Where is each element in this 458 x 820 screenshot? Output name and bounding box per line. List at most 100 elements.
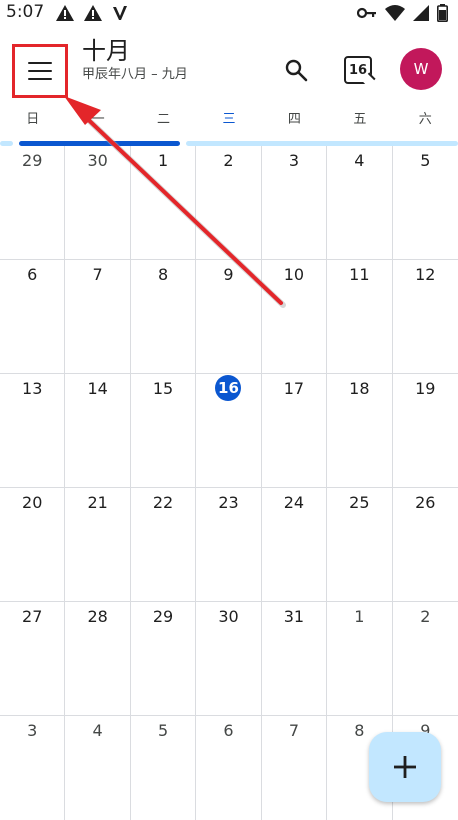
day-cell[interactable]: 3 [262,146,328,259]
search-button[interactable] [280,54,312,86]
day-number: 18 [349,379,370,398]
day-number: 10 [283,265,305,284]
week-row: 20 21 22 23 24 25 26 [0,488,458,602]
battery-icon [437,4,448,22]
month-grid: 29 30 1 2 3 4 5 6 7 8 9 10 11 12 13 14 1… [0,146,458,820]
day-cell[interactable]: 22 [131,488,197,601]
day-cell[interactable]: 12 [393,260,458,373]
day-cell[interactable]: 21 [65,488,131,601]
day-cell[interactable]: 17 [262,374,328,487]
day-cell[interactable]: 20 [0,488,66,601]
day-cell[interactable]: 5 [393,146,458,259]
day-cell-today[interactable]: 16 [196,374,262,487]
day-cell[interactable]: 11 [327,260,393,373]
day-number: 6 [223,721,234,740]
app-bar: 十月 甲辰年八月 – 九月 16 W [0,26,458,104]
day-number: 9 [223,265,234,284]
day-cell[interactable]: 29 [0,146,66,259]
day-number: 27 [22,607,43,626]
day-cell[interactable]: 31 [262,602,328,715]
day-cell[interactable]: 18 [327,374,393,487]
day-cell[interactable]: 30 [196,602,262,715]
weekday-header: 日 一 二 三 四 五 六 [0,108,458,132]
weekday-label: 五 [353,112,367,127]
day-number: 26 [415,493,436,512]
day-cell[interactable]: 8 [131,260,197,373]
day-cell[interactable]: 27 [0,602,66,715]
weekday-label: 四 [287,112,301,127]
day-cell[interactable]: 7 [262,716,328,820]
day-number: 5 [157,721,169,740]
main-menu-button[interactable] [12,44,68,98]
today-number: 16 [348,62,368,78]
weekday-label-today: 三 [222,112,236,127]
day-number: 1 [157,151,169,170]
status-left-icons [56,4,128,22]
today-button[interactable]: 16 [344,56,374,86]
day-cell[interactable]: 2 [196,146,262,259]
search-icon [285,59,308,82]
day-number: 14 [87,379,108,398]
day-cell[interactable]: 6 [196,716,262,820]
day-number: 13 [22,379,43,398]
avatar-initial: W [413,60,429,78]
day-number: 5 [420,151,431,170]
day-cell[interactable]: 26 [393,488,458,601]
day-cell[interactable]: 23 [196,488,262,601]
day-cell[interactable]: 6 [0,260,66,373]
day-number: 29 [22,151,43,170]
day-number: 12 [415,265,436,284]
day-number: 24 [283,493,305,512]
week-row: 6 7 8 9 10 11 12 [0,260,458,374]
day-cell[interactable]: 9 [196,260,262,373]
hamburger-icon [28,62,52,80]
account-avatar[interactable]: W [400,48,442,90]
day-cell[interactable]: 7 [65,260,131,373]
day-cell[interactable]: 24 [262,488,328,601]
day-cell[interactable]: 4 [65,716,131,820]
day-cell[interactable]: 28 [65,602,131,715]
day-number: 31 [283,607,305,626]
signal-icon [413,5,429,21]
warning-icon [84,5,102,21]
day-cell[interactable]: 19 [393,374,458,487]
day-number: 30 [87,151,108,170]
day-cell[interactable]: 30 [65,146,131,259]
day-number: 20 [22,493,43,512]
calendar-today-icon: 16 [344,56,372,84]
title-block: 十月 甲辰年八月 – 九月 [82,36,188,84]
month-title[interactable]: 十月 [82,36,188,66]
day-number: 4 [92,721,103,740]
day-cell[interactable]: 5 [131,716,197,820]
weekday-label: 一 [91,112,105,127]
day-number: 21 [87,493,108,512]
day-cell[interactable]: 15 [131,374,197,487]
day-number: 7 [92,265,103,284]
today-marker: 16 [215,375,242,401]
day-cell[interactable]: 4 [327,146,393,259]
day-cell[interactable]: 1 [131,146,197,259]
day-number: 8 [157,265,169,284]
day-cell[interactable]: 25 [327,488,393,601]
day-number: 6 [27,265,38,284]
day-number: 19 [415,379,436,398]
weekday-label: 六 [418,112,432,127]
day-cell[interactable]: 10 [262,260,328,373]
day-cell[interactable]: 14 [65,374,131,487]
day-cell[interactable]: 1 [327,602,393,715]
day-number: 28 [87,607,108,626]
weekday-label: 二 [157,112,171,127]
weekday-label: 日 [26,112,40,127]
status-time: 5:07 [6,2,45,22]
day-cell[interactable]: 29 [131,602,197,715]
day-number: 30 [218,607,239,626]
day-cell[interactable]: 2 [393,602,458,715]
day-number: 2 [223,151,234,170]
day-cell[interactable]: 3 [0,716,66,820]
day-cell[interactable]: 13 [0,374,66,487]
create-event-fab[interactable] [369,732,441,802]
day-number: 4 [354,151,365,170]
status-right-icons [357,4,448,22]
key-icon [357,6,377,20]
day-number: 1 [354,607,365,626]
